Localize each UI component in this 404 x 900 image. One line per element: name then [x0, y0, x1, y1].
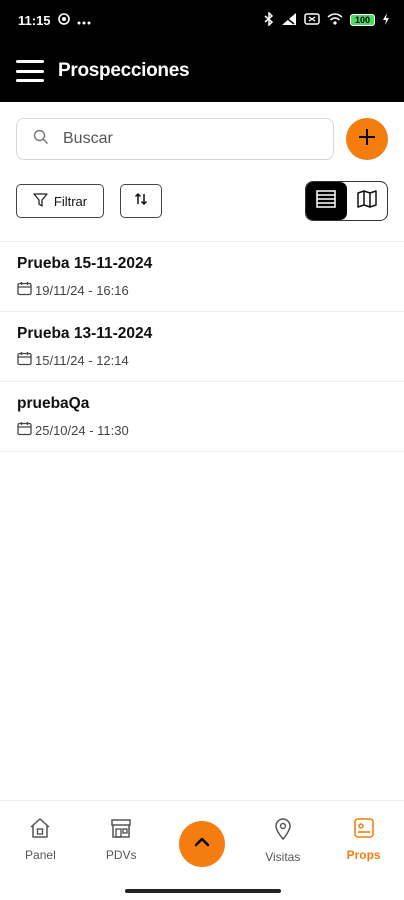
- battery-icon: 100: [349, 14, 375, 26]
- nav-label: PDVs: [105, 848, 137, 862]
- expand-menu-button[interactable]: [178, 821, 225, 867]
- store-icon: [110, 817, 132, 842]
- filter-button[interactable]: Filtrar: [16, 184, 104, 218]
- toolbar: Filtrar: [16, 181, 388, 221]
- prospections-list: Prueba 15-11-2024 19/11/24 - 16:16 Prueb…: [0, 241, 404, 452]
- more-icon: [77, 13, 91, 28]
- sort-button[interactable]: [120, 184, 162, 218]
- filter-label: Filtrar: [53, 193, 88, 209]
- nav-item-props[interactable]: Props: [323, 801, 404, 872]
- nav-label: Visitas: [265, 850, 301, 864]
- search-row: [16, 118, 388, 160]
- status-time: 11:15: [18, 12, 51, 28]
- nav-item-pdvs[interactable]: PDVs: [81, 801, 162, 872]
- signal-icon: [281, 12, 297, 29]
- nav-item-panel[interactable]: Panel: [0, 801, 81, 872]
- filter-icon: [33, 192, 48, 210]
- nav-item-visitas[interactable]: Visitas: [242, 801, 323, 872]
- item-date-row: 19/11/24 - 16:16: [17, 281, 387, 299]
- hamburger-icon[interactable]: [16, 60, 44, 82]
- bottom-nav: Panel PDVs Visitas Props: [0, 800, 404, 872]
- status-bar: 11:15 100: [0, 0, 404, 40]
- calendar-icon: [17, 351, 32, 369]
- add-button[interactable]: [346, 118, 388, 160]
- item-title: pruebaQa: [17, 395, 90, 412]
- item-title: Prueba 15-11-2024: [17, 255, 153, 272]
- list-item[interactable]: pruebaQa 25/10/24 - 11:30: [0, 382, 404, 452]
- location-pin-icon: [272, 817, 294, 844]
- page-title: Prospecciones: [58, 60, 190, 81]
- sort-icon: [134, 192, 148, 211]
- item-title: Prueba 13-11-2024: [17, 325, 153, 342]
- charging-icon: [382, 12, 390, 28]
- props-card-icon: [353, 817, 375, 842]
- list-item[interactable]: Prueba 15-11-2024 19/11/24 - 16:16: [0, 242, 404, 312]
- item-date-row: 15/11/24 - 12:14: [17, 351, 387, 369]
- item-date: 25/10/24 - 11:30: [35, 422, 129, 438]
- item-date: 15/11/24 - 12:14: [35, 352, 129, 368]
- list-view-button[interactable]: [306, 182, 347, 220]
- search-box[interactable]: [16, 118, 334, 160]
- search-icon: [33, 129, 49, 150]
- nav-label: Props: [346, 848, 381, 862]
- map-view-button[interactable]: [347, 182, 388, 220]
- item-date: 19/11/24 - 16:16: [35, 282, 129, 298]
- wifi-icon: [327, 12, 343, 28]
- chevron-up-icon: [193, 835, 211, 853]
- search-input[interactable]: [63, 130, 303, 148]
- app-header: Prospecciones: [0, 40, 404, 102]
- item-date-row: 25/10/24 - 11:30: [17, 421, 387, 439]
- list-item[interactable]: Prueba 13-11-2024 15/11/24 - 12:14: [0, 312, 404, 382]
- calendar-icon: [17, 421, 32, 439]
- home-indicator[interactable]: [125, 889, 281, 893]
- nav-label: Panel: [25, 848, 56, 862]
- map-view-icon: [357, 189, 377, 213]
- bluetooth-icon: [264, 10, 274, 29]
- view-toggle: [305, 181, 388, 221]
- plus-icon: [358, 128, 376, 151]
- calendar-icon: [17, 281, 32, 299]
- list-view-icon: [316, 189, 336, 213]
- home-icon: [29, 817, 51, 842]
- whatsapp-icon: [57, 12, 70, 28]
- nav-center: [162, 801, 243, 872]
- sim-icon: [304, 12, 320, 28]
